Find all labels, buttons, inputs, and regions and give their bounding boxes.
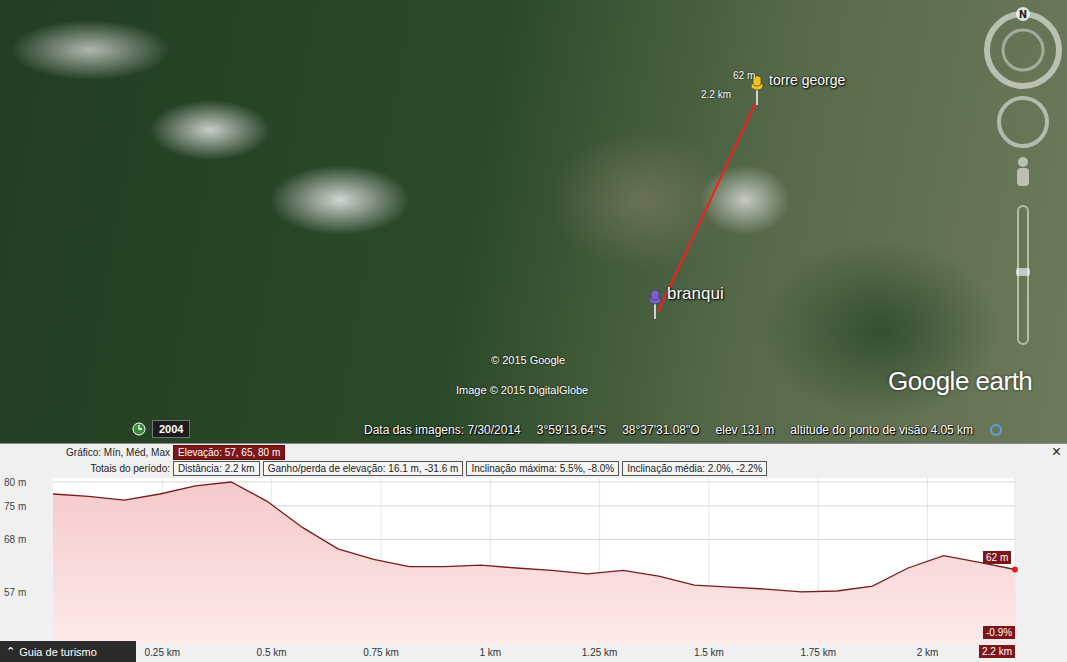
placemark[interactable]: torre george [745, 74, 845, 106]
compass-north-label: N [1019, 9, 1027, 20]
cursor-marker[interactable] [1012, 566, 1018, 572]
total-item[interactable]: Distância: 2.2 km [173, 461, 260, 476]
elevation-profile-panel: Gráfico: Mín, Méd, MaxElevação: 57, 65, … [0, 443, 1067, 662]
placemark[interactable]: branqui [643, 288, 724, 320]
elevation-summary[interactable]: Elevação: 57, 65, 80 m [173, 445, 285, 460]
compass-ring-icon[interactable] [987, 14, 1059, 86]
total-item[interactable]: Ganho/perda de elevação: 16.1 m, -31.6 m [263, 461, 464, 476]
eye-altitude: altitude do ponto de visão 4.05 km [790, 423, 973, 437]
x-tick-label: 1.25 km [579, 647, 621, 658]
path-distance-label: 2.2 km [701, 89, 731, 100]
profile-header-row: Gráfico: Mín, Méd, MaxElevação: 57, 65, … [0, 444, 1067, 460]
tour-guide-button[interactable]: ⌃ Guia de turismo [0, 641, 136, 662]
tour-guide-label: Guia de turismo [19, 646, 97, 658]
total-item[interactable]: Inclinação média: 2.0%, -2.2% [622, 461, 767, 476]
pushpin-icon [643, 288, 667, 320]
totals-label: Totais do período: [50, 463, 170, 474]
x-tick-label: 1.75 km [797, 647, 839, 658]
copyright-text: Image © 2015 DigitalGlobe [456, 384, 588, 396]
total-item[interactable]: Inclinação máxima: 5.5%, -8.0% [466, 461, 619, 476]
x-tick-label: 0.25 km [142, 647, 184, 658]
graph-label: Gráfico: Mín, Méd, Max [50, 447, 170, 458]
historical-imagery-button[interactable]: 2004 [132, 420, 190, 438]
x-tick-label: 1 km [476, 647, 504, 658]
google-earth-logo: Google earth [888, 366, 1032, 397]
path-elevation-label: 62 m [733, 70, 755, 81]
profile-totals-row: Totais do período:Distância: 2.2 kmGanho… [0, 460, 1067, 476]
elevation-line [53, 482, 1015, 592]
cursor-slope: -0.9% [983, 626, 1015, 639]
navigation-controls[interactable]: N [981, 0, 1065, 350]
imagery-date: Data das imagens: 7/30/2014 [364, 423, 521, 437]
elevation: elev 131 m [716, 423, 775, 437]
clock-icon [132, 422, 146, 436]
y-tick-label: 80 m [4, 478, 26, 488]
y-tick-label: 68 m [4, 534, 26, 545]
x-tick-label: 2 km [914, 647, 942, 658]
imagery-year: 2004 [152, 420, 190, 438]
cursor-elevation: 62 m [983, 551, 1011, 564]
satellite-map[interactable]: torre george branqui 62 m2.2 km © 2015 Goog… [0, 0, 1067, 443]
horizontal-gridline [53, 482, 1015, 483]
chart-canvas: 80 m 75 m 68 m 57 m [0, 478, 1067, 644]
y-tick-label: 57 m [4, 587, 26, 598]
zoom-slider[interactable] [1016, 206, 1030, 344]
google-earth-window: torre georgebranqui62 m2.2 km© 2015 Goog… [0, 0, 1067, 662]
close-button[interactable]: × [1052, 444, 1061, 460]
elevation-area [53, 482, 1015, 644]
placemark-label: torre george [769, 72, 845, 88]
elevation-chart[interactable]: 80 m75 m68 m57 m62 m-0.9%⌃Guia de turism… [0, 478, 1067, 644]
x-axis: 0.25 km 0.5 km 0.75 km 1 km 1.25 km 1.5 km 1.7… [0, 644, 1067, 662]
x-tick-label: 0.5 km [254, 647, 290, 658]
chevron-up-icon: ⌃ [6, 645, 15, 658]
copyright-text: © 2015 Google [491, 354, 565, 366]
x-tick-label: 2.2 km [979, 645, 1015, 658]
longitude: 38°37'31.08"O [622, 423, 699, 437]
placemark-label: branqui [667, 284, 724, 304]
loading-ring-icon [989, 423, 1003, 437]
x-tick-label: 1.5 km [691, 647, 727, 658]
look-joystick-icon[interactable] [999, 98, 1047, 146]
latitude: 3°59'13.64"S [537, 423, 606, 437]
status-bar: Data das imagens: 7/30/2014 3°59'13.64"S 3… [364, 423, 1003, 437]
x-tick-label: 0.75 km [360, 647, 402, 658]
y-tick-label: 75 m [4, 501, 26, 512]
street-view-person-icon[interactable] [1017, 157, 1029, 186]
